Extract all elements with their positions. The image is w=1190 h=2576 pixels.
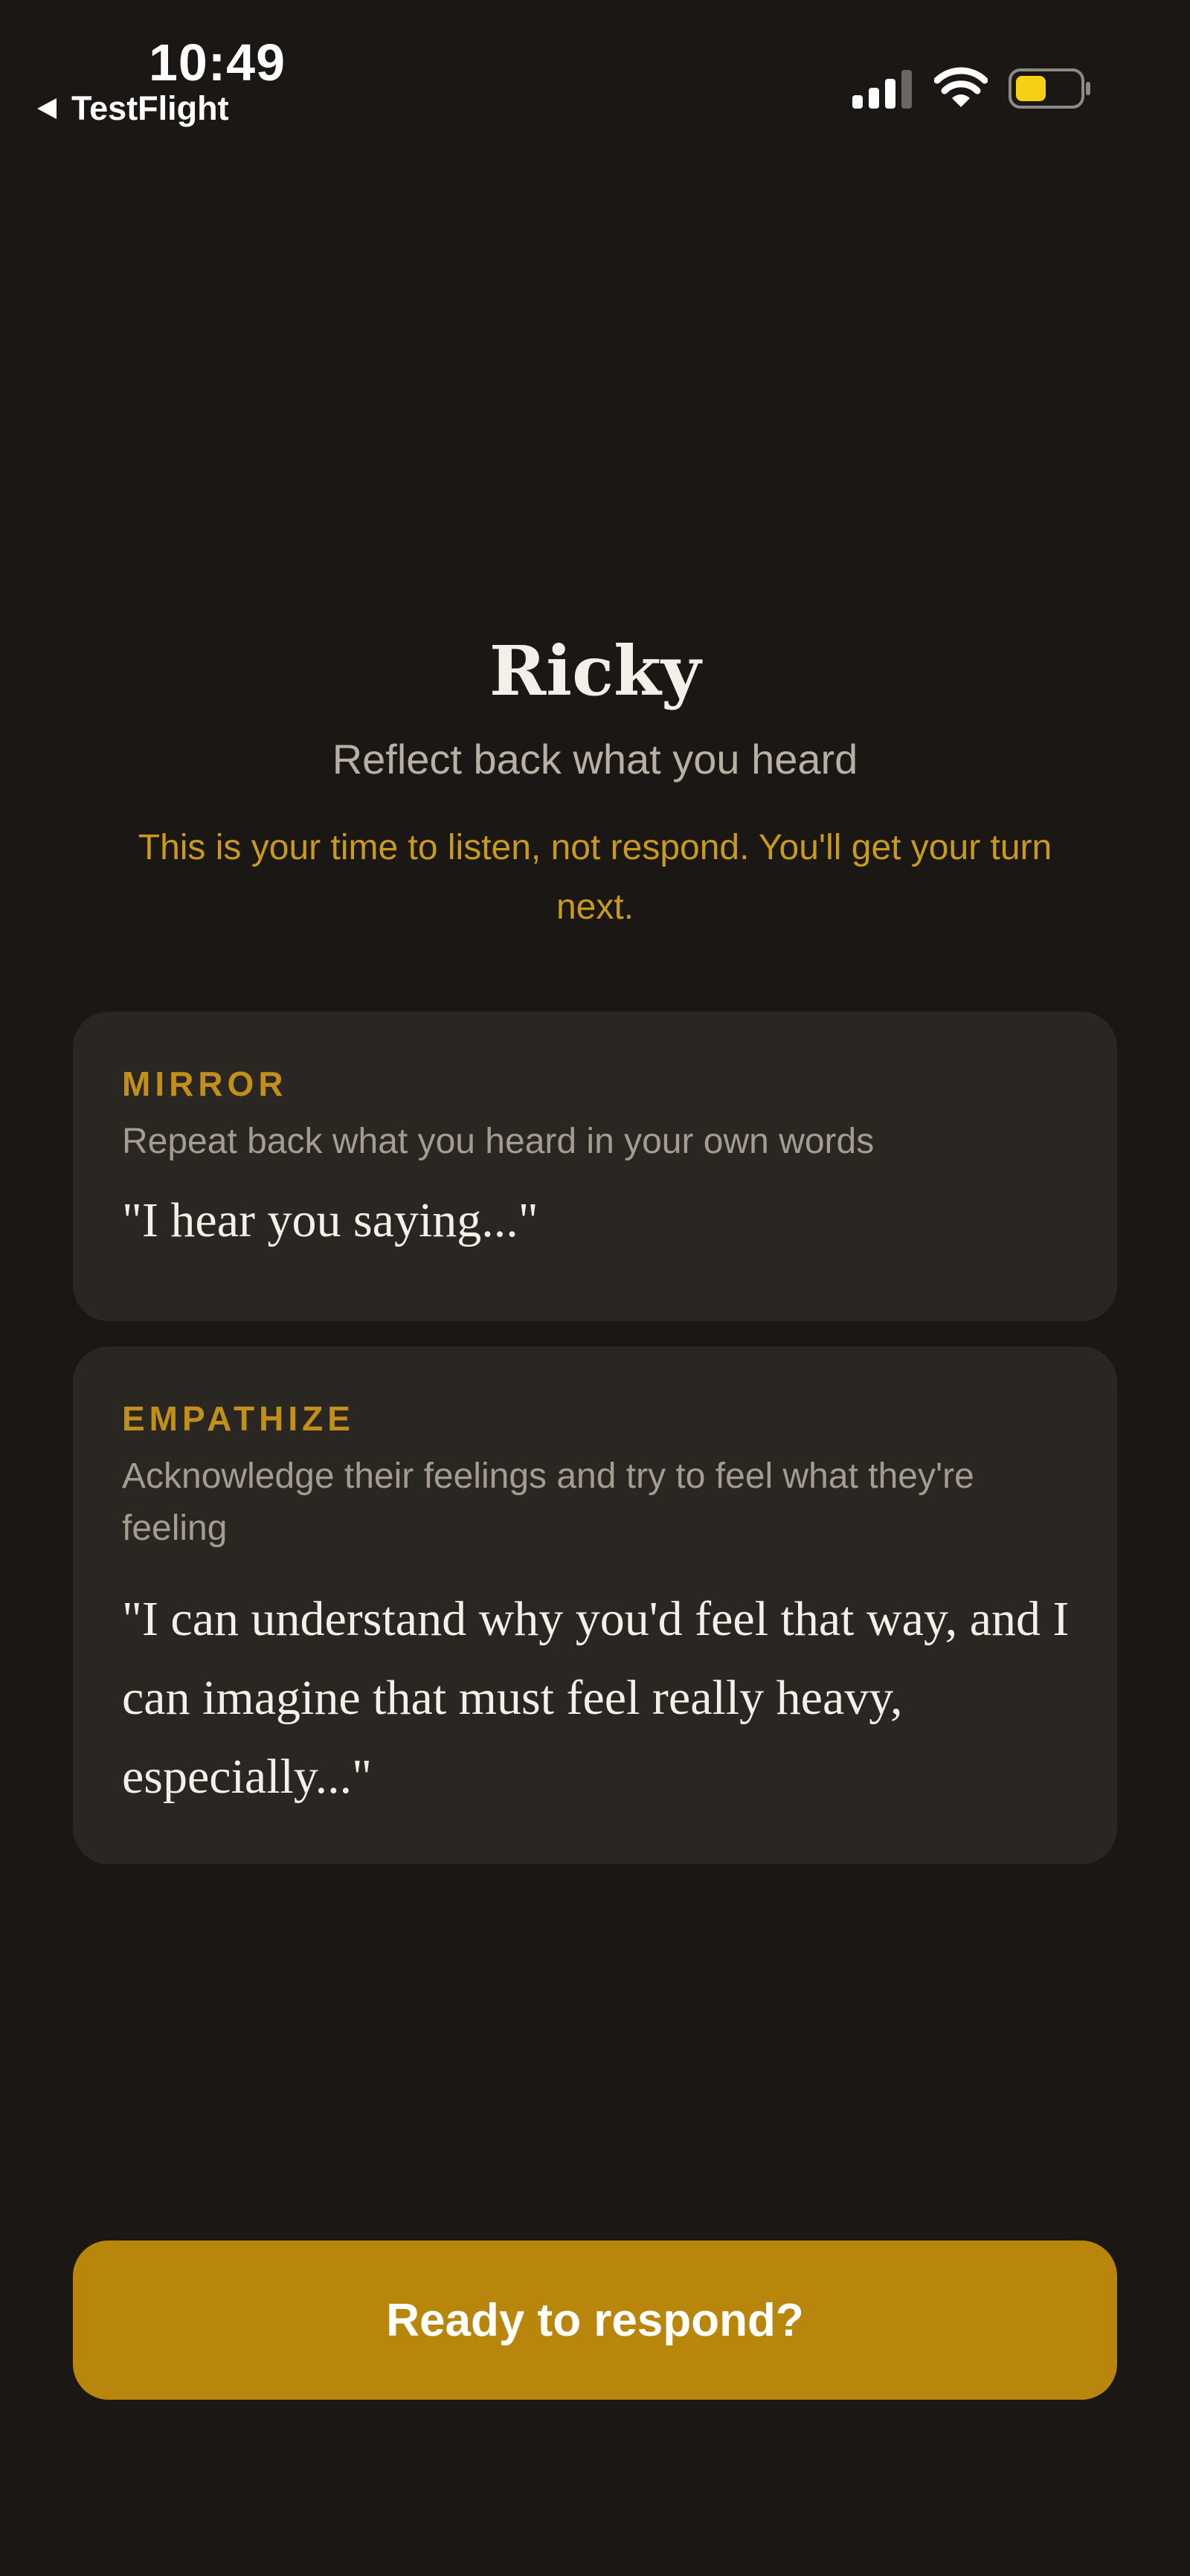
empathize-card-label: EMPATHIZE [122,1399,355,1438]
mirror-card-quote: "I hear you saying..." [122,1193,538,1247]
page-subtitle: Reflect back what you heard [332,736,858,783]
empathize-card: EMPATHIZE Acknowledge their feelings and… [73,1346,1117,1864]
empathize-card-description: Acknowledge their feelings and try to fe… [122,1456,974,1548]
mirror-card-description: Repeat back what you heard in your own w… [122,1122,875,1161]
status-bar: 10:49 TestFlight [0,0,1190,149]
wifi-icon [934,67,988,107]
ready-to-respond-button[interactable]: Ready to respond? [73,2241,1117,2400]
mirror-card-label: MIRROR [122,1064,288,1103]
battery-icon [1009,68,1090,109]
page-title: Ricky [489,631,701,711]
back-link-label: TestFlight [71,89,229,127]
empathize-card-quote: "I can understand why you'd feel that wa… [122,1592,1070,1804]
status-time: 10:49 [149,33,286,91]
back-to-testflight-link[interactable]: TestFlight [37,89,229,128]
cellular-signal-icon [852,70,912,109]
back-triangle-icon [37,98,57,119]
listening-note: This is your time to listen, not respond… [138,828,1052,927]
mirror-card: MIRROR Repeat back what you heard in you… [73,1012,1117,1321]
